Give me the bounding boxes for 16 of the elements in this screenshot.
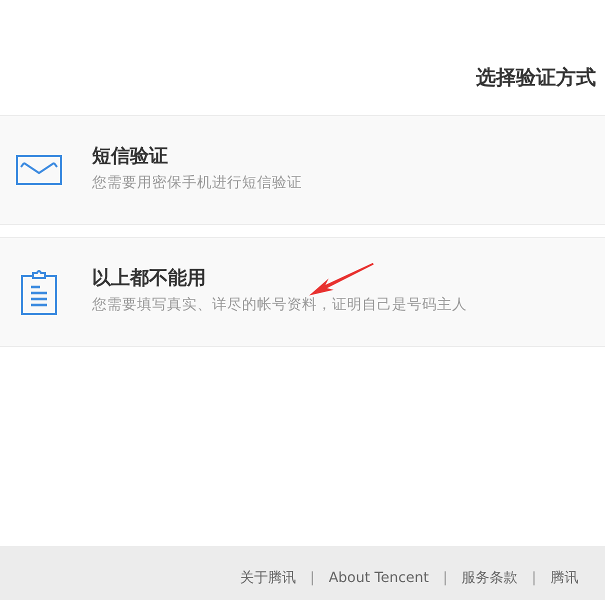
option-description: 您需要用密保手机进行短信验证 — [92, 174, 302, 193]
separator: | — [442, 569, 448, 588]
verification-option[interactable]: 以上都不能用 您需要填写真实、详尽的帐号资料，证明自己是号码主人 — [0, 237, 605, 347]
footer-link[interactable]: 服务条款 — [462, 568, 518, 589]
footer-link[interactable]: About Tencent — [328, 568, 429, 589]
option-title: 短信验证 — [92, 145, 168, 169]
separator: | — [532, 569, 536, 588]
envelope-icon — [16, 155, 62, 185]
footer-link[interactable]: 腾讯 — [550, 568, 578, 589]
page-title: 选择验证方式 — [476, 64, 596, 91]
clipboard-icon — [20, 269, 58, 315]
footer-link[interactable]: 关于腾讯 — [240, 568, 296, 589]
option-title: 以上都不能用 — [92, 267, 206, 291]
verification-option[interactable]: 短信验证 您需要用密保手机进行短信验证 — [0, 115, 605, 225]
separator: | — [310, 569, 315, 588]
option-description: 您需要填写真实、详尽的帐号资料，证明自己是号码主人 — [92, 296, 467, 315]
